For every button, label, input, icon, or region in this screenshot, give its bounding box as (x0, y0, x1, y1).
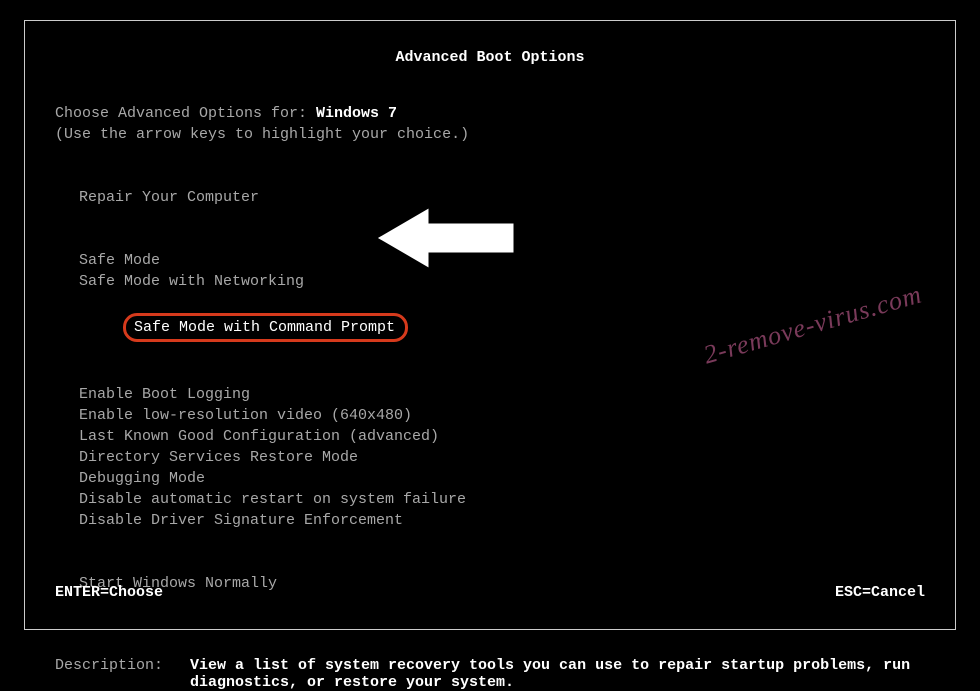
option-last-known-good[interactable]: Last Known Good Configuration (advanced) (55, 426, 925, 447)
choose-line: Choose Advanced Options for: Windows 7 (55, 103, 925, 124)
option-debugging[interactable]: Debugging Mode (55, 468, 925, 489)
boot-screen-frame: Advanced Boot Options Choose Advanced Op… (24, 20, 956, 630)
option-low-res[interactable]: Enable low-resolution video (640x480) (55, 405, 925, 426)
option-safe-mode[interactable]: Safe Mode (55, 250, 925, 271)
option-directory-services[interactable]: Directory Services Restore Mode (55, 447, 925, 468)
option-repair[interactable]: Repair Your Computer (55, 187, 925, 208)
description-text: View a list of system recovery tools you… (190, 657, 925, 691)
description-row: Description: View a list of system recov… (55, 657, 925, 691)
option-safe-mode-networking[interactable]: Safe Mode with Networking (55, 271, 925, 292)
footer-enter: ENTER=Choose (55, 584, 163, 601)
option-safe-mode-cmd-row[interactable]: Safe Mode with Command Prompt (55, 292, 925, 363)
main-content: Choose Advanced Options for: Windows 7 (… (55, 103, 925, 691)
instruction-line: (Use the arrow keys to highlight your ch… (55, 124, 925, 145)
footer-esc: ESC=Cancel (835, 584, 925, 601)
option-boot-logging[interactable]: Enable Boot Logging (55, 384, 925, 405)
footer-bar: ENTER=Choose ESC=Cancel (55, 584, 925, 601)
option-safe-mode-cmd-highlight: Safe Mode with Command Prompt (123, 313, 408, 342)
option-disable-driver-sig[interactable]: Disable Driver Signature Enforcement (55, 510, 925, 531)
choose-prefix: Choose Advanced Options for: (55, 105, 316, 122)
description-label: Description: (55, 657, 190, 691)
option-disable-auto-restart[interactable]: Disable automatic restart on system fail… (55, 489, 925, 510)
os-name: Windows 7 (316, 105, 397, 122)
page-title: Advanced Boot Options (25, 49, 955, 66)
